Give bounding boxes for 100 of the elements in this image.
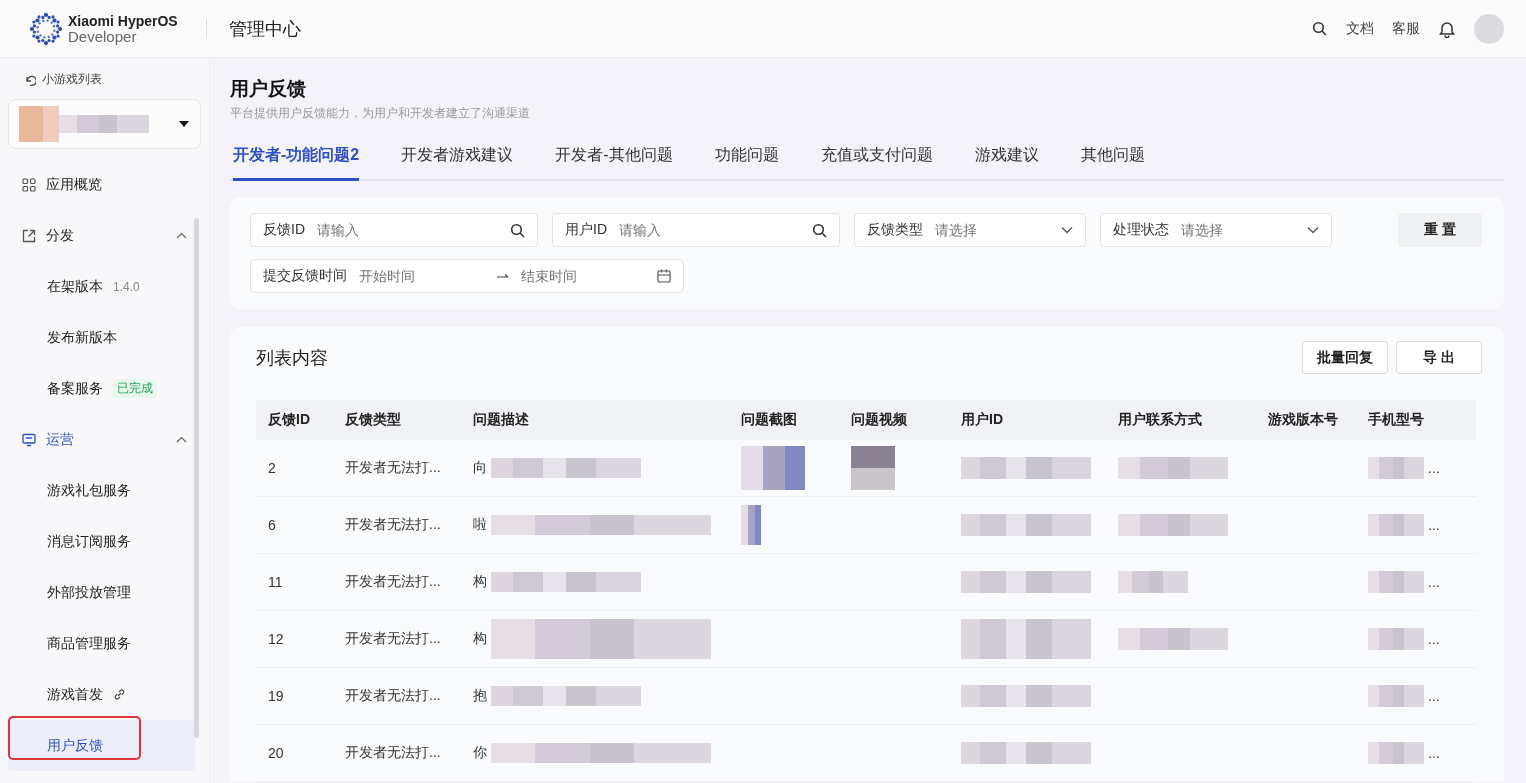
arrow-icon (495, 273, 509, 279)
input-field[interactable]: 请选择 (1181, 222, 1295, 238)
toolbar-button[interactable]: 批量回复 (1302, 341, 1388, 374)
table-cell: 构 (473, 573, 487, 591)
tab[interactable]: 开发者-功能问题2 (233, 140, 360, 181)
search-icon[interactable] (1312, 20, 1328, 37)
list-title: 列表内容 (256, 346, 328, 370)
nav-group[interactable]: 运营 (8, 414, 201, 465)
table-cell: 19 (268, 688, 284, 704)
brand-subtitle: Developer (68, 28, 137, 45)
monitor-icon (22, 432, 36, 447)
search-icon (510, 222, 525, 238)
scrollbar[interactable] (194, 218, 199, 738)
column-header: 问题截图 (729, 400, 839, 440)
bell-icon[interactable] (1438, 19, 1456, 38)
nav-group[interactable]: 应用概览 (8, 159, 201, 210)
header-link[interactable]: 文档 (1346, 19, 1374, 38)
table-cell: 开发者无法打... (345, 687, 441, 705)
avatar-icon[interactable] (1474, 13, 1504, 44)
end-date-field[interactable]: 结束时间 (520, 268, 645, 284)
redacted-block (1368, 571, 1424, 593)
chevron-down-icon (1061, 226, 1073, 234)
table-cell: 啦 (473, 516, 487, 534)
tab[interactable]: 开发者-其他问题 (555, 140, 673, 181)
back-icon (24, 73, 36, 86)
tab[interactable]: 充值或支付问题 (820, 140, 933, 181)
chevron-up-icon (176, 436, 187, 443)
table-cell: 开发者无法打... (345, 573, 441, 591)
nav-item[interactable]: 用户反馈 (47, 736, 103, 755)
redacted-block (1368, 685, 1424, 707)
nav-item[interactable]: 消息订阅服务 (47, 532, 131, 551)
link-icon (113, 688, 126, 701)
column-header: 用户联系方式 (1106, 400, 1256, 440)
redacted-block (1368, 742, 1424, 764)
chevron-up-icon (176, 232, 187, 239)
table-cell: 构 (473, 630, 487, 648)
column-header: 手机型号 (1356, 400, 1456, 440)
redacted-block (1368, 457, 1424, 479)
search-icon (812, 222, 827, 238)
table-cell: ... (1428, 745, 1440, 761)
nav-item[interactable]: 游戏礼包服务 (47, 481, 131, 500)
column-header: 问题视频 (839, 400, 949, 440)
redacted-block (1368, 628, 1424, 650)
table-cell: 开发者无法打... (345, 744, 441, 762)
tab[interactable]: 游戏建议 (974, 140, 1039, 181)
column-header: 用户ID (949, 400, 1106, 440)
nav-item[interactable]: 游戏首发 (47, 685, 103, 704)
nav-item[interactable]: 外部投放管理 (47, 583, 131, 602)
table-cell: ... (1428, 688, 1440, 704)
table-cell: 开发者无法打... (345, 459, 441, 477)
input-field[interactable]: 请输入 (317, 222, 498, 238)
table-cell: ... (1428, 574, 1440, 590)
table-cell: ... (1428, 460, 1440, 476)
search-field[interactable]: 反馈ID 请输入 (250, 213, 538, 247)
table-cell: 开发者无法打... (345, 630, 441, 648)
redacted-block (1368, 514, 1424, 536)
table-cell: 2 (268, 460, 276, 476)
back-link[interactable]: 小游戏列表 (8, 68, 118, 91)
select-field[interactable]: 反馈类型 请选择 (854, 213, 1086, 247)
reset-button[interactable]: 重 置 (1398, 213, 1482, 247)
header-link[interactable]: 客服 (1392, 19, 1420, 38)
table-cell: 向 (473, 459, 487, 477)
column-header: 游戏版本号 (1256, 400, 1356, 440)
nav-group[interactable]: 分发 (8, 210, 201, 261)
search-field[interactable]: 用户ID 请输入 (552, 213, 840, 247)
status-badge: 已完成 (113, 379, 157, 398)
chevron-down-icon (1307, 226, 1319, 234)
date-range-field[interactable]: 提交反馈时间 开始时间 结束时间 (250, 259, 684, 293)
tab[interactable]: 开发者游戏建议 (401, 140, 514, 181)
nav-item[interactable]: 商品管理服务 (47, 634, 131, 653)
page-subtitle: 平台提供用户反馈能力，为用户和开发者建立了沟通渠道 (230, 105, 530, 122)
version-label: 1.4.0 (113, 279, 140, 294)
dropdown-icon (178, 120, 190, 128)
app-selector[interactable] (8, 99, 201, 149)
section-title: 管理中心 (228, 17, 301, 41)
nav-item[interactable]: 备案服务 (47, 379, 103, 398)
input-field[interactable]: 请选择 (935, 222, 1049, 238)
calendar-icon (657, 269, 671, 283)
column-header: 问题描述 (461, 400, 729, 440)
start-date-field[interactable]: 开始时间 (359, 268, 484, 284)
table-cell: 12 (268, 631, 284, 647)
tab[interactable]: 其他问题 (1080, 140, 1145, 181)
export-icon (22, 228, 36, 243)
table-cell: 11 (268, 574, 283, 590)
nav-item[interactable]: 在架版本 (47, 277, 103, 296)
table-cell: 抱 (473, 687, 487, 705)
table-cell: 20 (268, 745, 284, 761)
toolbar-button[interactable]: 导 出 (1396, 341, 1482, 374)
tab[interactable]: 功能问题 (714, 140, 779, 181)
brand-name: Xiaomi HyperOS (68, 12, 178, 29)
select-field[interactable]: 处理状态 请选择 (1100, 213, 1332, 247)
grid-icon (22, 177, 36, 192)
input-field[interactable]: 请输入 (619, 222, 800, 238)
column-header: 反馈ID (256, 400, 333, 440)
table-cell: 6 (268, 517, 276, 533)
nav-item[interactable]: 发布新版本 (47, 328, 117, 347)
table-cell: 开发者无法打... (345, 516, 441, 534)
logo-icon (30, 12, 62, 45)
table-cell: 你 (473, 744, 487, 762)
page-title: 用户反馈 (230, 77, 306, 101)
